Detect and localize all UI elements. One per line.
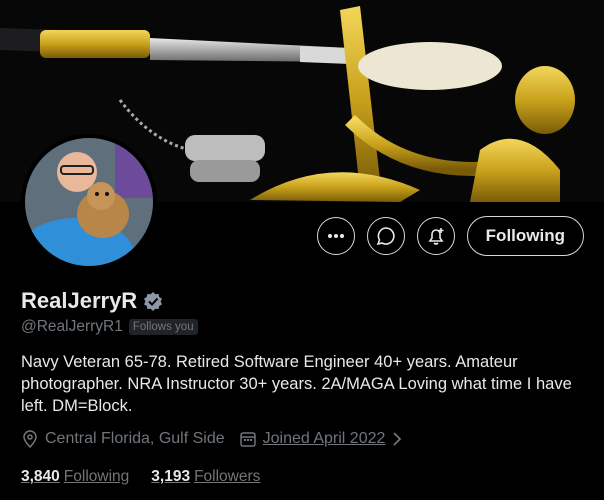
- joined-date[interactable]: Joined April 2022: [263, 430, 386, 448]
- following-count: 3,840: [21, 468, 60, 485]
- notifications-button[interactable]: [416, 217, 455, 255]
- handle-row: @RealJerryR1 Follows you: [21, 318, 198, 336]
- profile-avatar[interactable]: [21, 134, 157, 270]
- profile-bio: Navy Veteran 65-78. Retired Software Eng…: [21, 353, 572, 415]
- avatar-photo: [25, 138, 153, 266]
- location-text: Central Florida, Gulf Side: [45, 430, 225, 447]
- message-icon: [376, 227, 395, 246]
- followers-count: 3,193: [151, 468, 191, 485]
- chevron-right-icon: [393, 432, 402, 446]
- bell-plus-icon: [428, 228, 444, 245]
- followers-label: Followers: [194, 468, 261, 485]
- following-button[interactable]: Following: [466, 216, 584, 256]
- location-pin-icon: [23, 430, 37, 448]
- follows-you-badge: Follows you: [128, 319, 198, 335]
- user-handle: @RealJerryR1: [21, 318, 123, 335]
- message-button[interactable]: [366, 217, 405, 255]
- calendar-icon: [239, 432, 256, 447]
- verified-badge-icon[interactable]: [143, 291, 163, 311]
- more-button[interactable]: [316, 217, 355, 255]
- following-label: Following: [63, 468, 130, 485]
- profile-actions: Following: [316, 216, 584, 256]
- joined-item[interactable]: Joined April 2022: [239, 430, 404, 448]
- followers-count-link[interactable]: 3,193 Followers: [151, 468, 260, 486]
- profile-stats: 3,840 Following 3,193 Followers: [21, 468, 260, 486]
- location-item: Central Florida, Gulf Side: [21, 430, 225, 448]
- display-name: RealJerryR: [21, 288, 138, 313]
- name-row: RealJerryR: [21, 288, 163, 314]
- profile-meta: Central Florida, Gulf Side Joined April …: [21, 430, 403, 448]
- more-icon: [327, 234, 344, 238]
- following-count-link[interactable]: 3,840 Following: [21, 468, 129, 486]
